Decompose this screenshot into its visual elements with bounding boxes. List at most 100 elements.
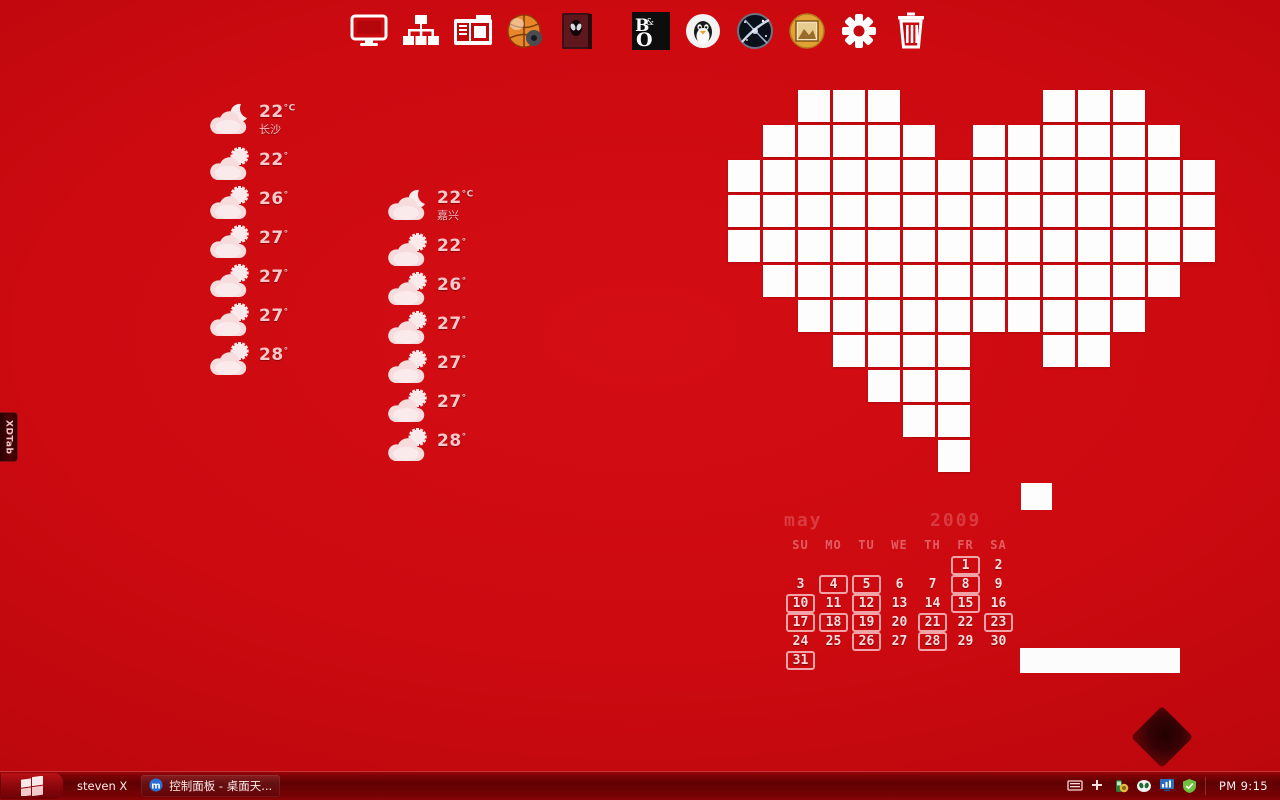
weather-forecast-row: 26°: [383, 271, 513, 310]
calendar-day[interactable]: 13: [883, 594, 916, 613]
calendar-day-marked[interactable]: 1: [951, 556, 980, 575]
penguin-icon[interactable]: [680, 8, 726, 54]
heart-pixel: [938, 160, 970, 192]
shield-green-icon[interactable]: [1182, 778, 1198, 794]
heart-pixel: [1043, 125, 1075, 157]
calendar-day-marked[interactable]: 21: [918, 613, 947, 632]
maxthon-icon: m: [149, 778, 163, 795]
calendar-day-marked[interactable]: 15: [951, 594, 980, 613]
calendar-day-marked[interactable]: 5: [852, 575, 881, 594]
calendar-day-marked[interactable]: 19: [852, 613, 881, 632]
calendar-day[interactable]: 16: [982, 594, 1015, 613]
calendar-day[interactable]: 3: [784, 575, 817, 594]
taskbar-item-steven[interactable]: steven X: [69, 775, 135, 797]
calendar-day-marked[interactable]: 10: [786, 594, 815, 613]
heart-pixel: [1113, 195, 1145, 227]
system-tray[interactable]: PM 9:15: [1067, 772, 1274, 800]
calendar-day[interactable]: 6: [883, 575, 916, 594]
calendar-day[interactable]: 24: [784, 632, 817, 651]
taskbar[interactable]: steven X m 控制面板 - 桌面天... PM 9:15: [0, 771, 1280, 800]
calendar-day-marked[interactable]: 18: [819, 613, 848, 632]
calendar-day[interactable]: 9: [982, 575, 1015, 594]
calendar-day-marked[interactable]: 26: [852, 632, 881, 651]
desktop[interactable]: B & O 22°C 长沙 22° 26° 27° 27° 27° 28° 22…: [0, 0, 1280, 800]
calendar-day[interactable]: 30: [982, 632, 1015, 651]
alien-book-icon[interactable]: [554, 8, 600, 54]
calendar-day[interactable]: 20: [883, 613, 916, 632]
calendar-day-marked[interactable]: 8: [951, 575, 980, 594]
weather-widget-changsha[interactable]: 22°C 长沙 22° 26° 27° 27° 27° 28°: [205, 100, 335, 380]
heart-pixel: [868, 370, 900, 402]
calendar-day-blank: [817, 556, 850, 575]
heart-pixel: [938, 440, 970, 472]
sun-cloud-icon: [383, 232, 435, 270]
calendar-day[interactable]: 11: [817, 594, 850, 613]
gear-icon[interactable]: [836, 8, 882, 54]
dock: B & O: [0, 8, 1280, 54]
xdtab-side-tab[interactable]: XDTab: [0, 412, 18, 462]
security-icon[interactable]: [1113, 778, 1129, 794]
calendar-dow-row: SU MO TU WE TH FR SA: [784, 538, 1016, 552]
heart-pixel: [1008, 300, 1040, 332]
basketball-icon[interactable]: [502, 8, 548, 54]
calendar-day-blank: [784, 556, 817, 575]
weather-current-row: 22°C 嘉兴: [383, 186, 513, 232]
plus-icon[interactable]: [1090, 778, 1106, 794]
alien-face-icon[interactable]: [1136, 778, 1152, 794]
folder-windows-icon[interactable]: [450, 8, 496, 54]
heart-pixel: [1043, 195, 1075, 227]
bang-olufsen-icon[interactable]: B & O: [628, 8, 674, 54]
calendar-day-marked[interactable]: 12: [852, 594, 881, 613]
space-icon[interactable]: [732, 8, 778, 54]
picture-frame-icon[interactable]: [784, 8, 830, 54]
calendar-day-marked[interactable]: 4: [819, 575, 848, 594]
heart-pixel: [1148, 230, 1180, 262]
calendar-day-marked[interactable]: 31: [786, 651, 815, 670]
heart-pixel: [868, 90, 900, 122]
calendar-dow: TH: [924, 538, 941, 552]
white-bar-decoration: [1020, 648, 1180, 673]
weather-temp-unit: °: [461, 432, 467, 443]
heart-pixel: [798, 195, 830, 227]
monitor-chart-icon[interactable]: [1159, 778, 1175, 794]
heart-pixel: [938, 370, 970, 402]
heart-pixel: [833, 90, 865, 122]
weather-forecast-row: 27°: [383, 388, 513, 427]
keyboard-icon[interactable]: [1067, 778, 1083, 794]
heart-pixel: [1078, 335, 1110, 367]
start-button[interactable]: [1, 773, 63, 799]
xdtab-label: XDTab: [3, 419, 14, 455]
calendar-day[interactable]: 22: [949, 613, 982, 632]
heart-pixel: [1043, 160, 1075, 192]
calendar-day[interactable]: 29: [949, 632, 982, 651]
heart-pixel: [1113, 265, 1145, 297]
calendar-widget[interactable]: may 2009 SU MO TU WE TH FR SA 1 2 3 4 5 6 7 8 9 10 11 12 1…: [784, 510, 1016, 670]
calendar-day-marked[interactable]: 28: [918, 632, 947, 651]
sun-cloud-icon: [383, 310, 435, 348]
weather-forecast-temp: 27°: [259, 306, 289, 326]
clock[interactable]: PM 9:15: [1213, 779, 1274, 793]
calendar-day[interactable]: 27: [883, 632, 916, 651]
calendar-day[interactable]: 2: [982, 556, 1015, 575]
weather-forecast-temp: 27°: [437, 392, 467, 412]
diamond-decoration: [1130, 705, 1194, 769]
weather-widget-jiaxing[interactable]: 22°C 嘉兴 22° 26° 27° 27° 27° 28°: [383, 186, 513, 466]
weather-forecast-temp: 22°: [259, 150, 289, 170]
calendar-day-grid[interactable]: 1 2 3 4 5 6 7 8 9 10 11 12 13 14 15 16 17 18 19 20 21 22 23 24 2…: [784, 556, 1016, 670]
network-icon[interactable]: [398, 8, 444, 54]
calendar-day-marked[interactable]: 23: [984, 613, 1013, 632]
calendar-day[interactable]: 25: [817, 632, 850, 651]
taskbar-item-steven-label: steven X: [77, 779, 128, 793]
calendar-day-marked[interactable]: 17: [786, 613, 815, 632]
heart-pixel: [938, 300, 970, 332]
calendar-day[interactable]: 14: [916, 594, 949, 613]
taskbar-item-control-panel[interactable]: m 控制面板 - 桌面天...: [141, 775, 281, 797]
heart-pixel: [868, 195, 900, 227]
heart-pixel: [1148, 265, 1180, 297]
calendar-day[interactable]: 7: [916, 575, 949, 594]
sun-cloud-icon: [205, 302, 257, 340]
trash-icon[interactable]: [888, 8, 934, 54]
heart-pixel: [728, 230, 760, 262]
weather-current-row: 22°C 长沙: [205, 100, 335, 146]
monitor-icon[interactable]: [346, 8, 392, 54]
